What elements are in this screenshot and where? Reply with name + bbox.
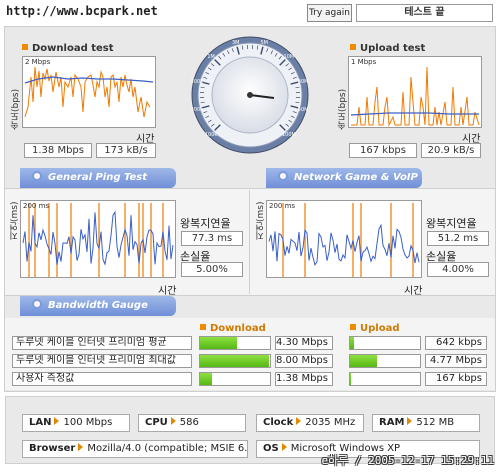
test-status: 테스트 끝 — [356, 4, 493, 22]
orange-square-icon — [200, 324, 206, 330]
upload-bar — [349, 354, 421, 368]
upload-title: Upload test — [350, 43, 425, 54]
circle-icon — [32, 299, 42, 309]
clock-info: Clock 2035 MHz — [256, 414, 364, 432]
ping-right-graph — [266, 200, 422, 278]
upload-bar-fill — [350, 337, 354, 349]
orange-square-icon — [22, 44, 28, 50]
orange-square-icon — [350, 44, 356, 50]
arrow-right-icon — [170, 417, 176, 425]
gauge-tick-label: 50M — [298, 107, 309, 113]
download-bar-fill — [200, 355, 269, 367]
ping-divider — [249, 190, 250, 294]
download-bar-fill — [200, 337, 238, 349]
gauge-tick-label: 300k — [191, 107, 204, 113]
download-scale: 2 Mbps — [25, 58, 51, 66]
ping-right-loss-value: 4.00% — [427, 262, 489, 277]
circle-icon — [278, 171, 288, 181]
bandwidth-row-label: 두루넷 케이블 인터넷 프리미엄 최대값 — [12, 354, 192, 368]
arrow-right-icon — [407, 417, 413, 425]
site-url: http://www.bcpark.net — [6, 4, 158, 18]
orange-square-icon — [350, 324, 356, 330]
download-orange-line — [24, 66, 151, 118]
download-column-head: Download — [200, 323, 266, 334]
arrow-right-icon — [54, 417, 60, 425]
bandwidth-row-label: 사용자 측정값 — [12, 372, 192, 386]
gauge-tick-label: 5M — [260, 40, 268, 46]
gauge-tick-label: 1M — [207, 54, 215, 60]
download-title: Download test — [22, 43, 114, 54]
upload-scale: 1 Mbps — [351, 58, 377, 66]
tab-general-ping-test[interactable]: General Ping Test — [20, 168, 176, 188]
arrow-right-icon — [281, 443, 287, 451]
download-bar — [199, 336, 271, 350]
gauge-tick-label: 10M — [284, 54, 295, 60]
speed-gauge: 100k 300k 500k 1M 3M 5M 10M 30M 50M 100M — [190, 35, 310, 155]
ping-left-graph — [20, 200, 176, 278]
download-blue-line — [24, 76, 154, 84]
timestamp-watermark: e하루 / 2005-12-17 15:29:11 — [321, 454, 494, 467]
lan-info: LAN 100 Mbps — [22, 414, 130, 432]
bandwidth-row-label: 두루넷 케이블 인터넷 프리미엄 평균 — [12, 336, 192, 350]
arrow-right-icon — [78, 443, 84, 451]
tab-bandwidth-gauge[interactable]: Bandwidth Gauge — [20, 296, 176, 316]
upload-bar-value: 642 kbps — [425, 336, 487, 350]
ping-left-loss-value: 5.00% — [181, 262, 243, 277]
upload-column-head: Upload — [350, 323, 399, 334]
upload-bar-value: 4.77 Mbps — [425, 354, 487, 368]
ping-left-rtt-value: 77.3 ms — [181, 231, 243, 246]
gauge-tick-label: 100k — [205, 132, 218, 138]
ping-left-scale: 200 ms — [23, 202, 50, 210]
upload-bar-value: 167 kbps — [425, 372, 487, 386]
download-bar-value: 4.30 Mbps — [275, 336, 333, 350]
gauge-tick-label: 100M — [282, 132, 296, 138]
upload-bar — [349, 336, 421, 350]
gauge-tick-label: 30M — [298, 79, 309, 85]
upload-orange-line — [351, 66, 480, 127]
download-bar-value: 8.00 Mbps — [275, 354, 333, 368]
ping-right-rtt-value: 51.2 ms — [427, 231, 489, 246]
download-bar — [199, 372, 271, 386]
upload-kbs: 20.9 kB/s — [421, 143, 481, 158]
download-graph — [22, 56, 156, 128]
ping-right-xlabel: 시간 — [404, 286, 423, 297]
tab-network-game-voip-test[interactable]: Network Game & VoIP Test — [266, 168, 422, 203]
download-ylabel: 속도(bps) — [11, 88, 21, 130]
circle-icon — [32, 171, 42, 181]
download-kbs: 173 kB/s — [96, 143, 156, 158]
ping-left-xlabel: 시간 — [158, 286, 177, 297]
download-mbps: 1.38 Mbps — [24, 143, 92, 158]
download-bar-value: 1.38 Mbps — [275, 372, 333, 386]
ping-right-rtt-label: 왕복지연율 — [426, 217, 477, 230]
ping-left-rtt-label: 왕복지연율 — [180, 217, 231, 230]
cpu-info: CPU 586 — [138, 414, 246, 432]
browser-info: Browser Mozilla/4.0 (compatible; MSIE 6.0 — [22, 440, 248, 458]
ping-right-scale: 200 ms — [269, 202, 296, 210]
arrow-right-icon — [296, 417, 302, 425]
upload-bar-fill — [350, 355, 377, 367]
ping-right-blue-line — [268, 223, 420, 267]
download-bar-fill — [200, 373, 212, 385]
upload-kbps: 167 kbps — [349, 143, 417, 158]
ram-info: RAM 512 MB — [372, 414, 480, 432]
try-again-button[interactable]: Try again — [307, 4, 352, 22]
upload-graph — [348, 56, 482, 128]
download-bar — [199, 354, 271, 368]
gauge-tick-label: 3M — [232, 40, 240, 46]
upload-bar — [349, 372, 421, 386]
gauge-tick-label: 500k — [191, 79, 204, 85]
upload-bar-fill — [350, 373, 352, 385]
